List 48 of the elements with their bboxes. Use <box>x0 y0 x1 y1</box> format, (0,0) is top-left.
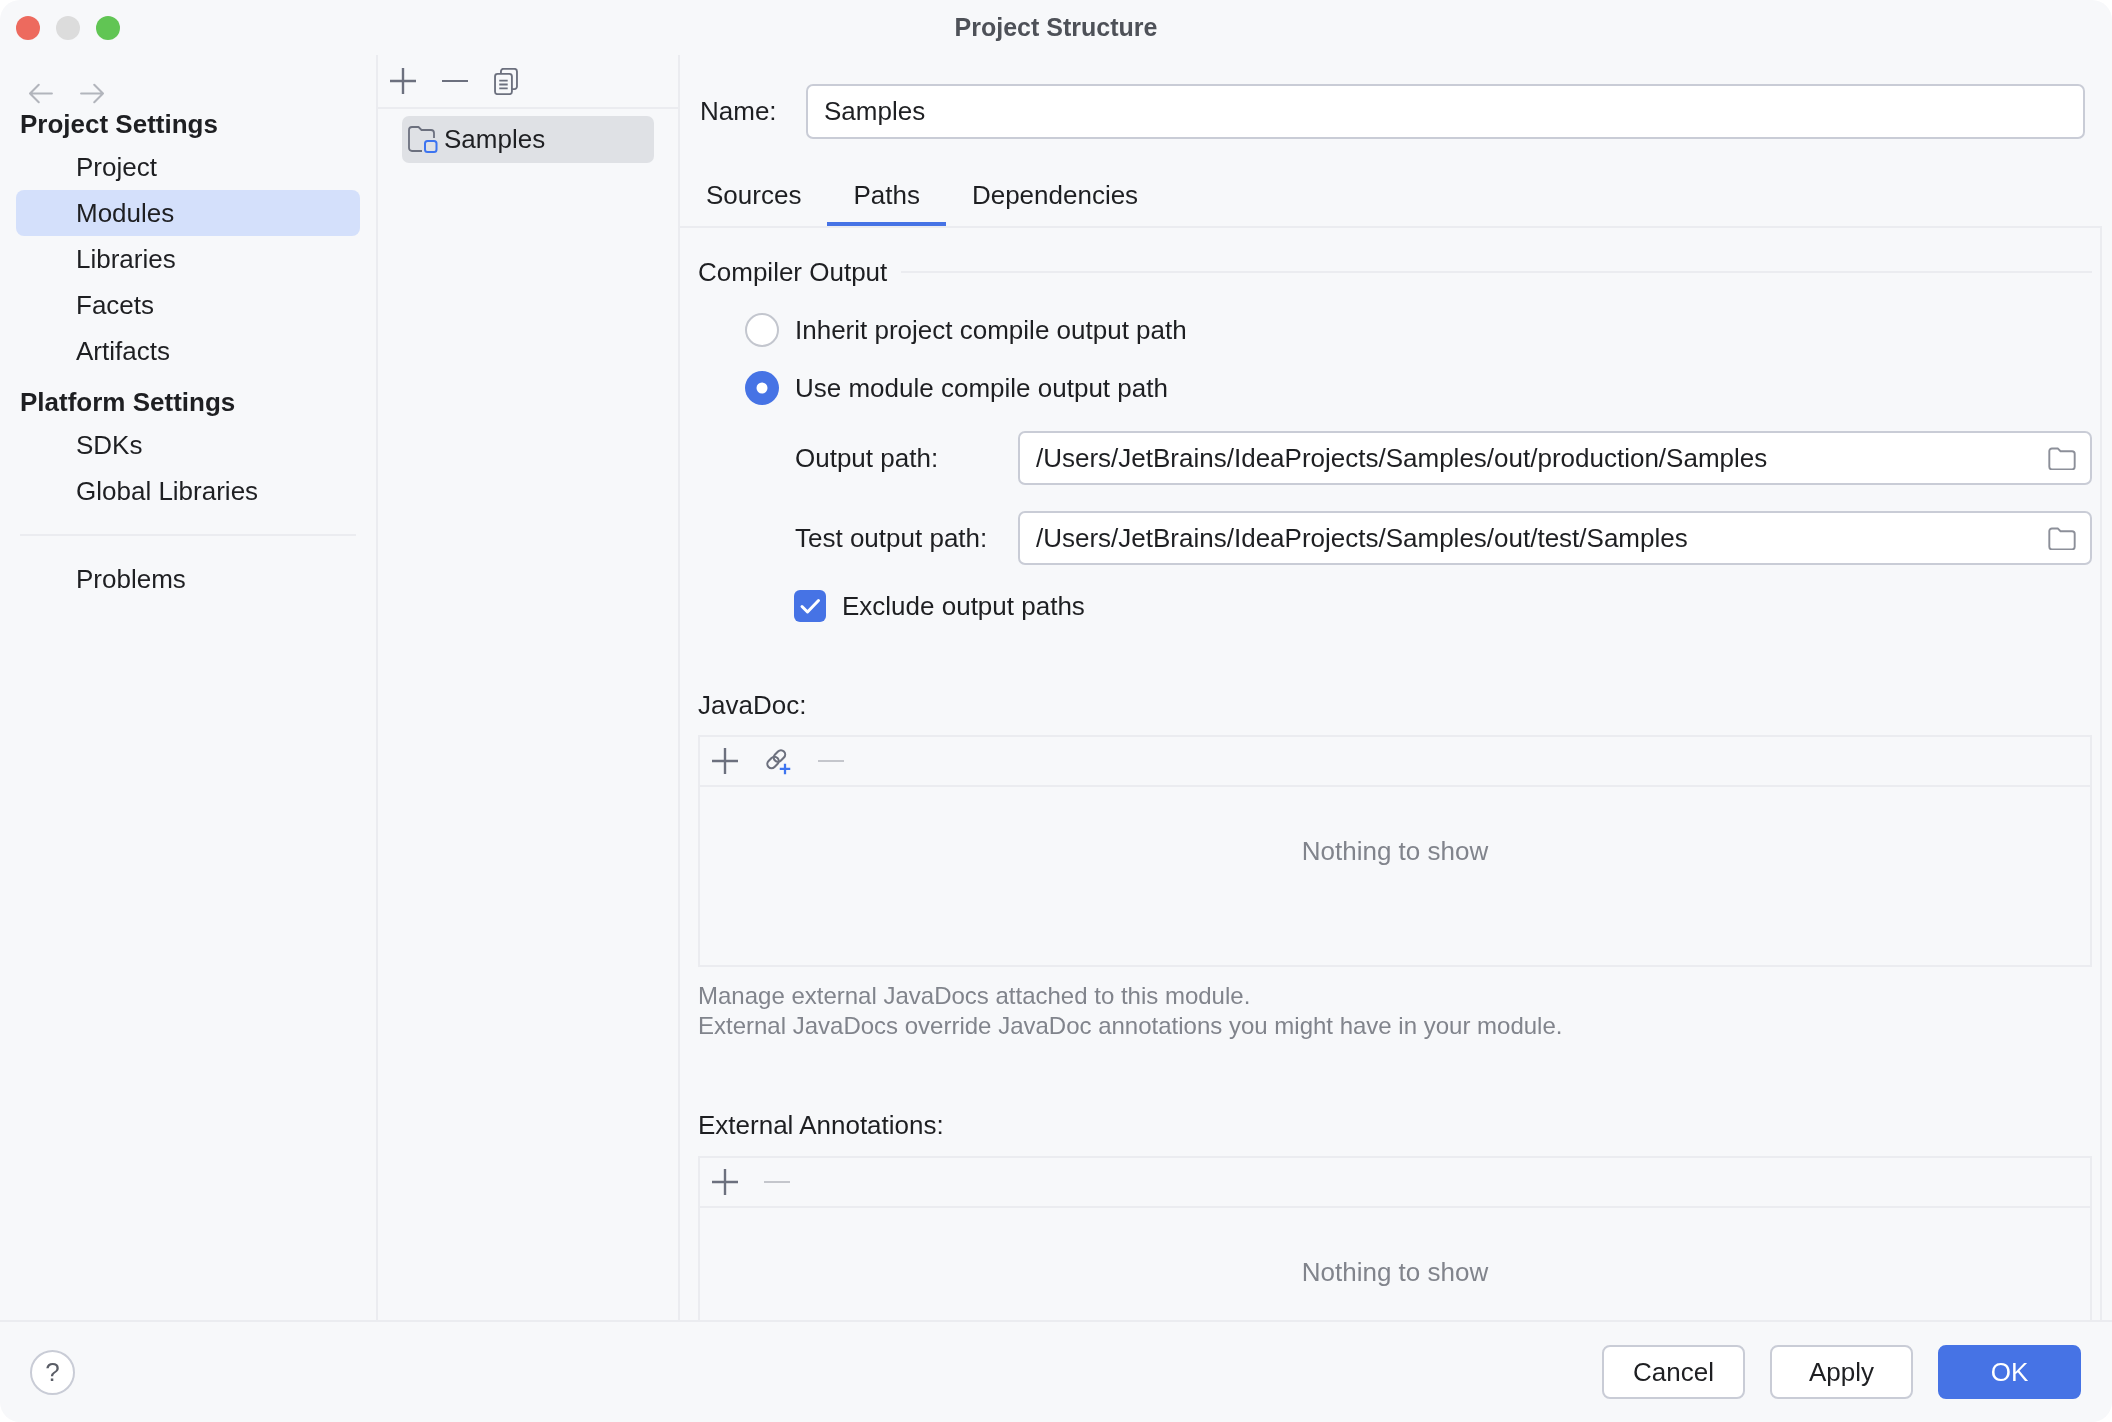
radio-button[interactable] <box>745 371 779 405</box>
section-title: Compiler Output <box>698 256 888 288</box>
field-label: Output path: <box>795 442 940 474</box>
empty-list-text: Nothing to show <box>1301 835 1489 867</box>
cancel-button[interactable]: Cancel <box>1602 1345 1745 1399</box>
field-label: Test output path: <box>795 522 989 554</box>
sidebar-item[interactable]: Problems <box>16 556 360 602</box>
section-label: JavaDoc: <box>698 689 808 722</box>
window-title: Project Structure <box>954 13 1158 42</box>
path-field[interactable]: /Users/JetBrains/IdeaProjects/Samples/out/production/Samples <box>1018 431 2092 485</box>
apply-button[interactable]: Apply <box>1770 1345 1913 1399</box>
module-item[interactable]: Samples <box>402 116 654 163</box>
radio-label: Use module compile output path <box>795 372 1168 404</box>
radio-button[interactable] <box>745 313 779 347</box>
name-label: Name: <box>700 96 778 127</box>
copy-icon[interactable] <box>494 67 518 95</box>
folder-icon[interactable] <box>2048 446 2076 470</box>
tab[interactable]: Paths <box>827 168 946 226</box>
checkbox-label: Exclude output paths <box>842 590 1085 622</box>
folder-icon[interactable] <box>2048 526 2076 550</box>
section-label: External Annotations: <box>698 1109 945 1142</box>
sidebar-item[interactable]: Artifacts <box>16 328 360 374</box>
module-folder-icon <box>408 126 438 153</box>
close-window-icon[interactable] <box>16 15 40 40</box>
help-button[interactable]: ? <box>30 1349 75 1395</box>
plus-icon[interactable] <box>712 748 738 774</box>
sidebar-item[interactable]: Libraries <box>16 236 360 282</box>
sidebar-item[interactable]: Facets <box>16 282 360 328</box>
sidebar-heading: Project Settings <box>19 108 219 141</box>
ok-button[interactable]: OK <box>1938 1345 2081 1399</box>
help-text: External JavaDocs override JavaDoc annotations you might have in your module. <box>698 1011 1564 1041</box>
sidebar-item[interactable]: Global Libraries <box>16 468 360 514</box>
help-text: Manage external JavaDocs attached to this module. <box>698 981 1252 1011</box>
sidebar-item[interactable]: SDKs <box>16 422 360 468</box>
path-field[interactable]: /Users/JetBrains/IdeaProjects/Samples/out/test/Samples <box>1018 511 2092 565</box>
checkbox[interactable] <box>794 590 826 622</box>
sidebar-item[interactable]: Modules <box>16 190 360 236</box>
tab[interactable]: Sources <box>680 168 828 226</box>
plus-icon[interactable] <box>712 1169 738 1195</box>
sidebar-item[interactable]: Project <box>16 144 360 190</box>
zoom-window-icon[interactable] <box>96 15 120 40</box>
plus-icon[interactable] <box>390 68 416 94</box>
sidebar-heading: Platform Settings <box>19 386 237 419</box>
link-add-icon[interactable] <box>764 747 792 775</box>
tab[interactable]: Dependencies <box>945 168 1165 226</box>
empty-list-text: Nothing to show <box>1301 1256 1489 1288</box>
radio-label: Inherit project compile output path <box>795 314 1187 346</box>
name-field[interactable]: Samples <box>806 84 2085 139</box>
